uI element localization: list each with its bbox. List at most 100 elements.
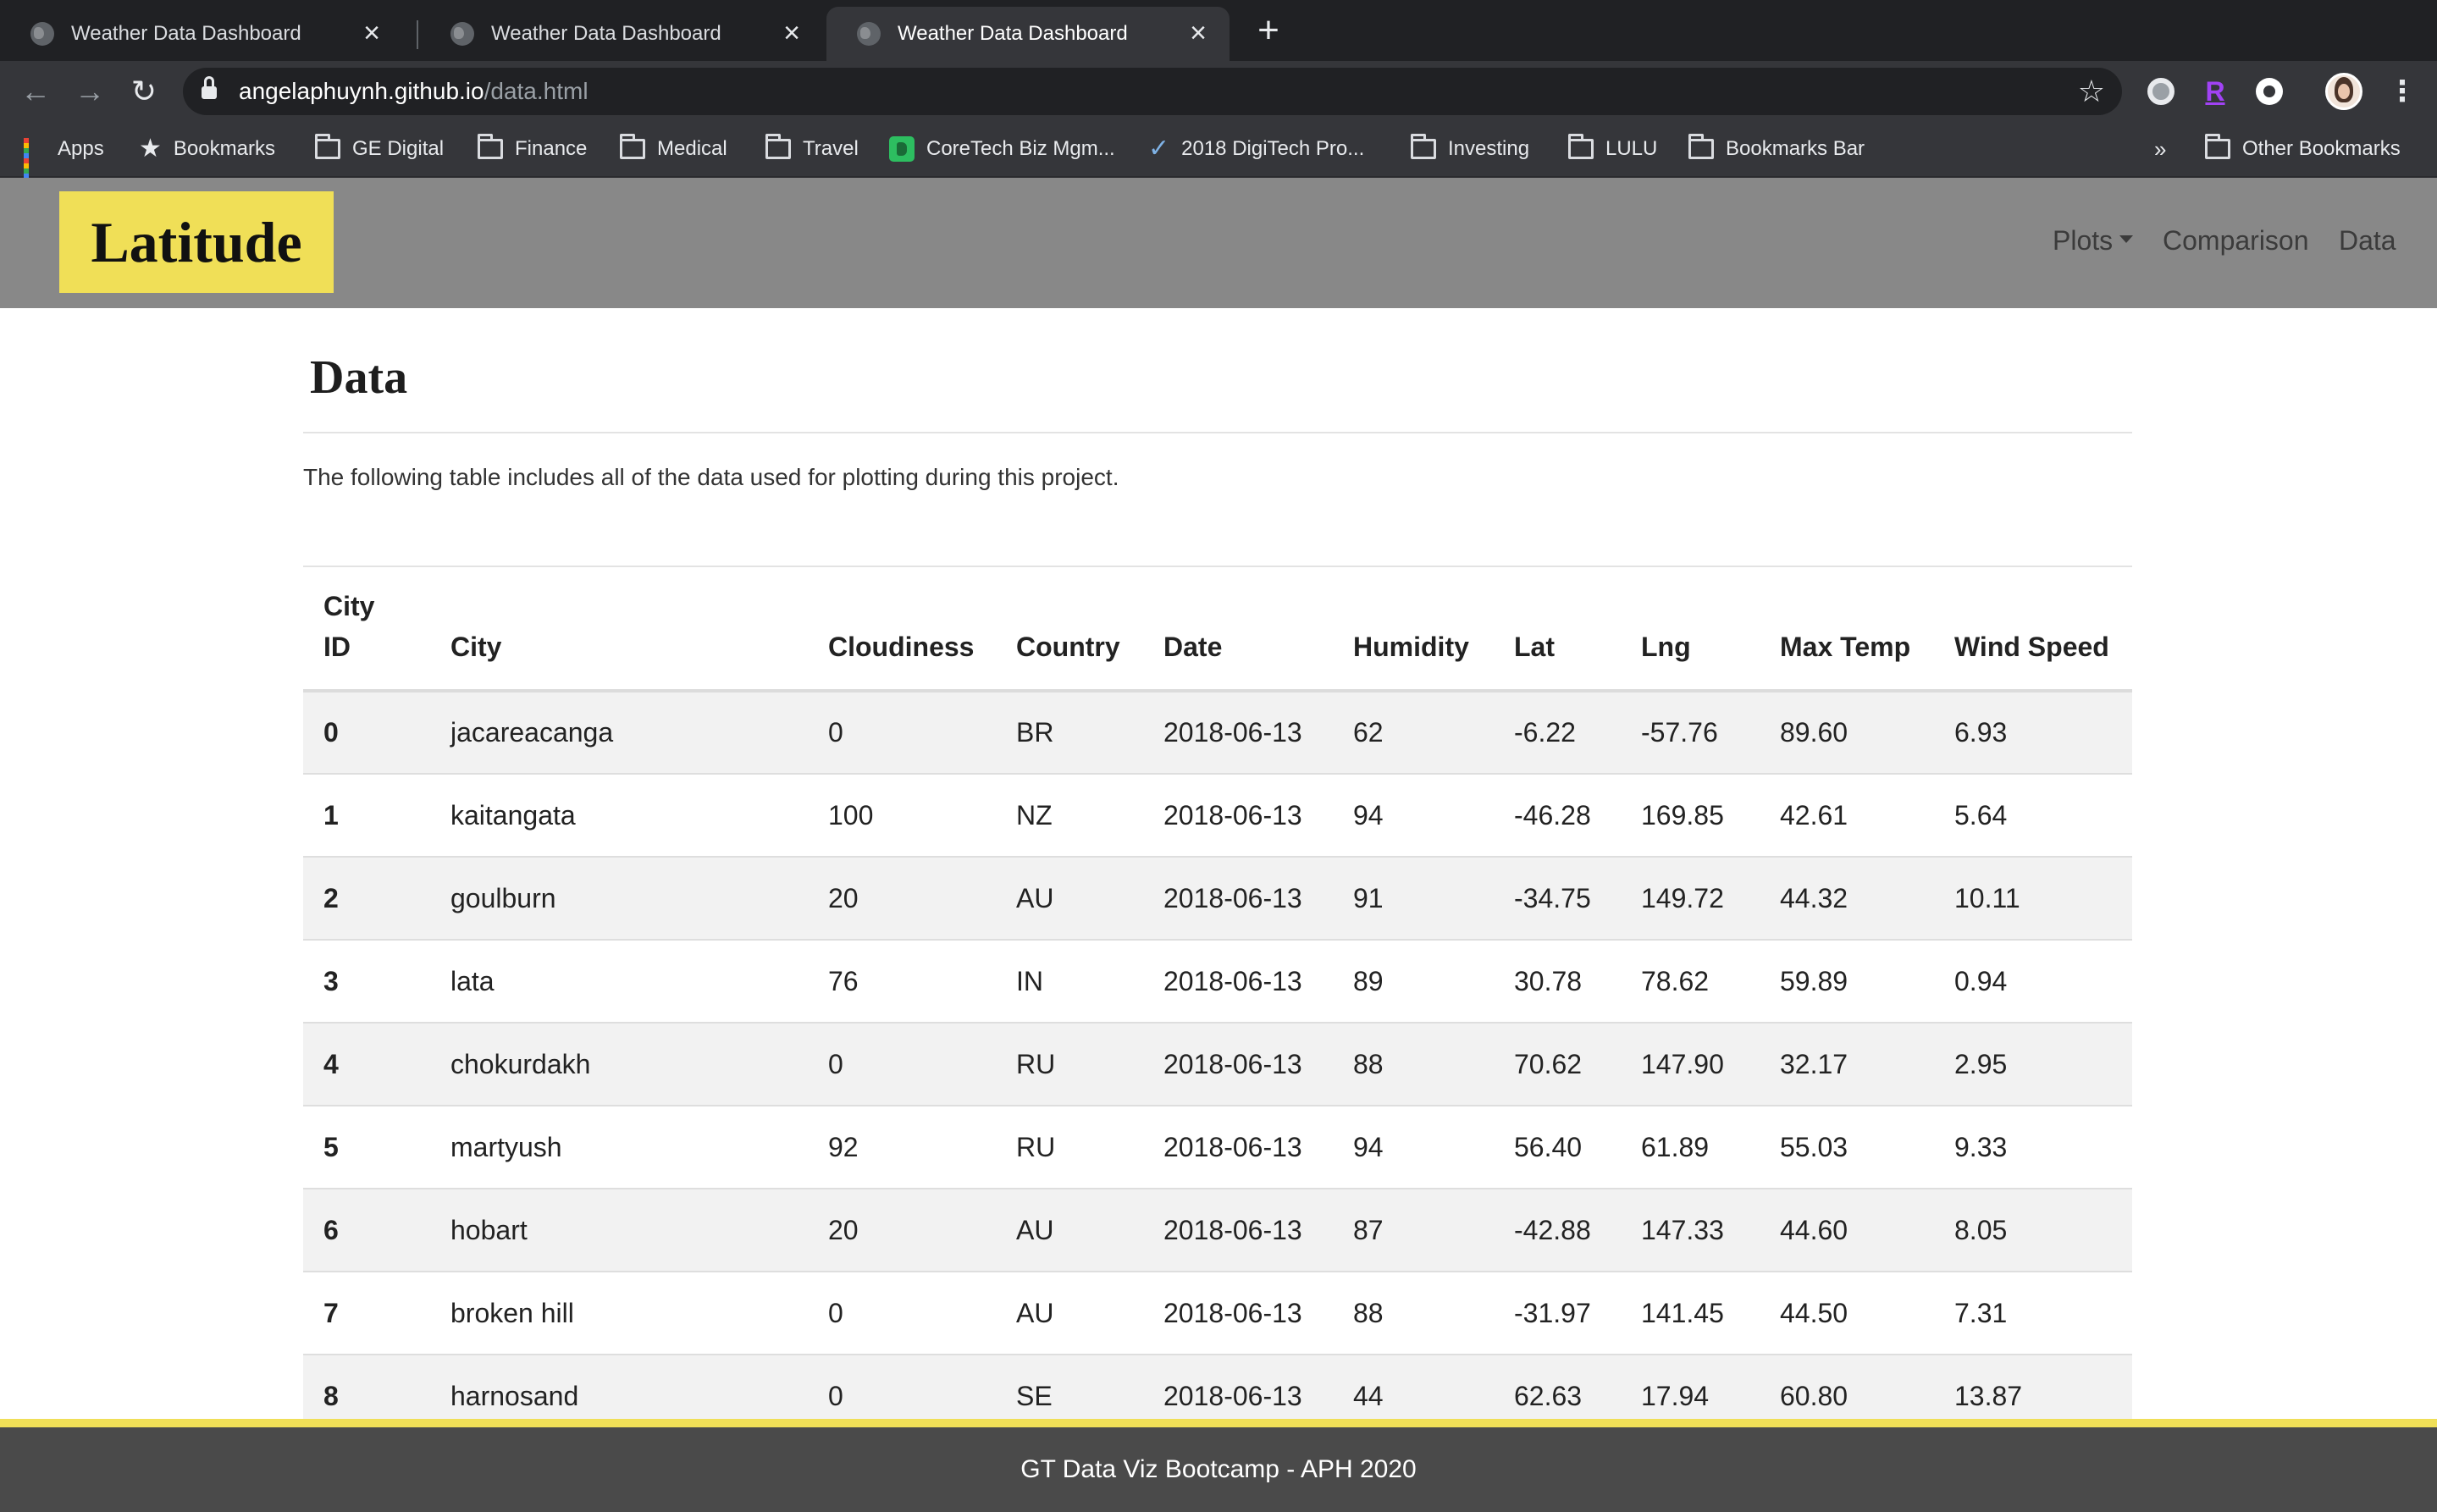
cell-lng: 78.62 xyxy=(1621,940,1760,1024)
bookmark-coretech[interactable]: CoreTech Biz Mgm... xyxy=(889,134,1115,164)
col-header-date[interactable]: Date xyxy=(1143,567,1333,693)
cell-date: 2018-06-13 xyxy=(1143,1189,1333,1272)
brand-logo[interactable]: Latitude xyxy=(59,191,334,293)
forward-arrow-icon[interactable]: → xyxy=(71,73,108,110)
cell-max-temp: 42.61 xyxy=(1760,774,1934,858)
new-tab-plus-icon[interactable]: + xyxy=(1250,12,1287,49)
globe-icon xyxy=(450,22,474,46)
close-icon[interactable]: × xyxy=(1185,19,1211,47)
cell-lng: 147.33 xyxy=(1621,1189,1760,1272)
close-icon[interactable]: × xyxy=(359,19,384,47)
cell-city-id: 5 xyxy=(303,1106,430,1189)
bookmark-label: Other Bookmarks xyxy=(2242,137,2401,160)
col-header-city[interactable]: City xyxy=(430,567,808,693)
bookmark-ge-digital[interactable]: GE Digital xyxy=(315,134,444,164)
bookmark-apps[interactable]: Apps xyxy=(24,134,104,184)
cell-max-temp: 89.60 xyxy=(1760,691,1934,775)
folder-icon xyxy=(2205,134,2230,159)
col-header-lng[interactable]: Lng xyxy=(1621,567,1760,693)
cell-wind-speed: 2.95 xyxy=(1934,1023,2132,1106)
star-icon: ★ xyxy=(139,135,162,163)
divider xyxy=(303,432,2132,433)
browser-tab-1[interactable]: Weather Data Dashboard × xyxy=(0,7,403,61)
cell-city-id: 3 xyxy=(303,940,430,1024)
cell-cloudiness: 100 xyxy=(808,774,996,858)
cell-wind-speed: 5.64 xyxy=(1934,774,2132,858)
cell-wind-speed: 7.31 xyxy=(1934,1272,2132,1355)
cell-wind-speed: 10.11 xyxy=(1934,857,2132,941)
cell-country: AU xyxy=(996,1189,1143,1272)
checkmark-icon: ✓ xyxy=(1148,135,1170,163)
bookmarks-bar: Apps ★ Bookmarks GE Digital Finance Medi… xyxy=(0,122,2437,184)
cell-city: martyush xyxy=(430,1106,808,1189)
close-icon[interactable]: × xyxy=(779,19,804,47)
address-bar[interactable]: angelaphuynh.github.io/data.html ☆ xyxy=(183,68,2122,115)
cell-lat: 70.62 xyxy=(1494,1023,1621,1106)
col-header-country[interactable]: Country xyxy=(996,567,1143,693)
cell-country: RU xyxy=(996,1106,1143,1189)
bookmark-investing[interactable]: Investing xyxy=(1411,134,1529,164)
cell-max-temp: 44.50 xyxy=(1760,1272,1934,1355)
bookmarks-overflow-chevron-icon[interactable]: » xyxy=(2154,134,2166,164)
bookmark-label: 2018 DigiTech Pro... xyxy=(1181,137,1365,160)
cell-wind-speed: 8.05 xyxy=(1934,1189,2132,1272)
cell-max-temp: 59.89 xyxy=(1760,940,1934,1024)
cell-lng: 149.72 xyxy=(1621,857,1760,941)
extension-r-icon[interactable]: R xyxy=(2202,78,2229,105)
cell-cloudiness: 0 xyxy=(808,1272,996,1355)
cell-city-id: 1 xyxy=(303,774,430,858)
cell-lng: 147.90 xyxy=(1621,1023,1760,1106)
cell-humidity: 94 xyxy=(1333,774,1494,858)
cell-city: jacareacanga xyxy=(430,691,808,775)
apps-grid-icon xyxy=(24,138,46,184)
nav-data[interactable]: Data xyxy=(2339,225,2396,257)
bookmark-star-icon[interactable]: ☆ xyxy=(2078,73,2105,110)
col-header-humidity[interactable]: Humidity xyxy=(1333,567,1494,693)
reload-icon[interactable]: ↻ xyxy=(125,73,163,110)
nav-plots-dropdown[interactable]: Plots xyxy=(2053,225,2134,257)
bookmark-bookmarks[interactable]: ★ Bookmarks xyxy=(139,134,275,164)
globe-icon xyxy=(857,22,881,46)
browser-menu-icon[interactable]: ⋮ xyxy=(2388,73,2417,110)
bookmark-digitech[interactable]: ✓ 2018 DigiTech Pro... xyxy=(1148,134,1364,164)
cell-date: 2018-06-13 xyxy=(1143,774,1333,858)
table-row: 0 jacareacanga 0 BR 2018-06-13 62 -6.22 -57.76 8… xyxy=(303,691,2132,775)
table-row: 2 goulburn 20 AU 2018-06-13 91 -34.75 149.72 44.… xyxy=(303,857,2132,941)
back-arrow-icon[interactable]: ← xyxy=(17,73,54,110)
col-header-wind-speed[interactable]: Wind Speed xyxy=(1934,567,2132,693)
browser-toolbar: ← → ↻ angelaphuynh.github.io/data.html ☆… xyxy=(0,61,2437,122)
url-domain: angelaphuynh.github.io xyxy=(239,78,484,104)
col-header-city-id[interactable]: City ID xyxy=(303,567,430,693)
cell-wind-speed: 6.93 xyxy=(1934,691,2132,775)
folder-icon xyxy=(1568,134,1594,159)
table-row: 3 lata 76 IN 2018-06-13 89 30.78 78.62 59.89 0.94 xyxy=(303,940,2132,1024)
extension-ghostery-icon[interactable] xyxy=(2256,78,2283,105)
cell-city-id: 2 xyxy=(303,857,430,941)
bookmark-label: Medical xyxy=(657,137,727,160)
profile-avatar[interactable] xyxy=(2325,73,2362,110)
cell-max-temp: 44.32 xyxy=(1760,857,1934,941)
browser-tab-2[interactable]: Weather Data Dashboard × xyxy=(420,7,823,61)
table-body: 0 jacareacanga 0 BR 2018-06-13 62 -6.22 -57.76 8… xyxy=(303,691,2132,1438)
bookmark-bookmarks-bar[interactable]: Bookmarks Bar xyxy=(1688,134,1865,164)
bookmark-travel[interactable]: Travel xyxy=(765,134,859,164)
nav-comparison[interactable]: Comparison xyxy=(2163,225,2309,257)
folder-icon xyxy=(620,134,645,159)
bookmark-other-bookmarks[interactable]: Other Bookmarks xyxy=(2205,134,2401,164)
cell-city-id: 0 xyxy=(303,691,430,775)
lock-icon xyxy=(202,76,217,104)
table-row: 6 hobart 20 AU 2018-06-13 87 -42.88 147.33 44.60… xyxy=(303,1189,2132,1272)
browser-tab-3-active[interactable]: Weather Data Dashboard × xyxy=(826,7,1230,61)
bookmark-label: Finance xyxy=(515,137,588,160)
col-header-max-temp[interactable]: Max Temp xyxy=(1760,567,1934,693)
bookmark-finance[interactable]: Finance xyxy=(478,134,587,164)
bookmark-lulu[interactable]: LULU xyxy=(1568,134,1657,164)
col-header-cloudiness[interactable]: Cloudiness xyxy=(808,567,996,693)
col-header-lat[interactable]: Lat xyxy=(1494,567,1621,693)
bookmark-label: Bookmarks xyxy=(173,137,275,160)
url-text[interactable]: angelaphuynh.github.io/data.html xyxy=(239,78,589,105)
extension-circle-icon[interactable] xyxy=(2147,78,2175,105)
bookmark-medical[interactable]: Medical xyxy=(620,134,727,164)
cell-country: IN xyxy=(996,940,1143,1024)
cell-humidity: 89 xyxy=(1333,940,1494,1024)
